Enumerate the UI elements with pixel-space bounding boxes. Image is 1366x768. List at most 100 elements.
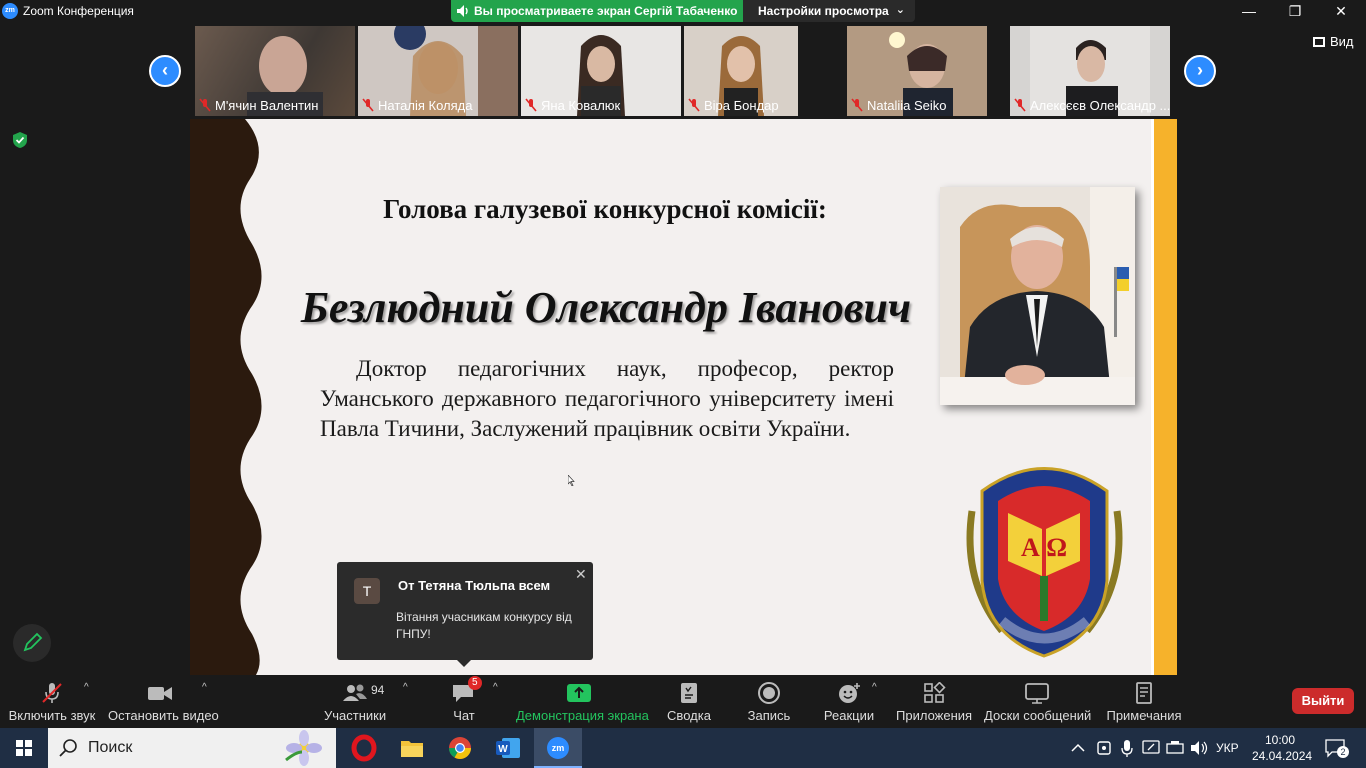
summary-icon	[681, 683, 697, 703]
start-button[interactable]	[0, 728, 48, 768]
reactions-button[interactable]: Реакции	[822, 676, 876, 728]
previous-page-button[interactable]: ‹	[149, 55, 181, 87]
whiteboard-icon	[1025, 683, 1049, 704]
flower-icon	[285, 730, 322, 766]
record-button[interactable]: Запись	[744, 676, 794, 728]
annotate-button[interactable]	[13, 624, 51, 662]
chevron-up-icon: ^	[403, 682, 408, 693]
file-explorer-app[interactable]	[388, 728, 436, 768]
opera-app[interactable]	[340, 728, 388, 768]
mic-muted-icon	[42, 683, 62, 703]
network-icon	[1166, 741, 1184, 754]
zoom-icon: zm	[547, 737, 569, 759]
speaker-icon	[1191, 741, 1208, 755]
leave-button[interactable]: Выйти	[1292, 688, 1354, 714]
participants-options-caret[interactable]: ^	[403, 676, 413, 728]
chevron-up-icon	[1071, 743, 1085, 752]
participant-tile[interactable]: Наталія Коляда	[358, 26, 518, 116]
mic-muted-icon	[1014, 98, 1026, 112]
participant-name: Nataliia Seiko	[867, 98, 947, 113]
chrome-app[interactable]	[436, 728, 484, 768]
participant-tile[interactable]: Віра Бондар	[684, 26, 798, 116]
share-screen-button[interactable]: Демонстрация экрана	[516, 676, 649, 728]
view-settings-dropdown[interactable]: Настройки просмотра ⌄	[743, 0, 915, 22]
participants-button[interactable]: 94 Участники	[324, 676, 386, 728]
show-hidden-icons-button[interactable]	[1068, 728, 1088, 768]
speaker-icon	[457, 5, 468, 17]
mic-muted-icon	[199, 98, 211, 112]
notes-button[interactable]: Примечания	[1106, 676, 1182, 728]
share-screen-label: Демонстрация экрана	[516, 708, 649, 723]
share-banner-text: Вы просматриваете экран Сергій Табаченко	[474, 4, 738, 18]
grid-icon	[1313, 37, 1325, 47]
participants-label: Участники	[324, 708, 387, 723]
screen-share-banner: Вы просматриваете экран Сергій Табаченко	[451, 0, 743, 22]
unmute-button[interactable]: Включить звук	[8, 676, 96, 728]
minimize-button[interactable]: —	[1226, 0, 1272, 22]
participant-tile[interactable]: Nataliia Seiko	[847, 26, 987, 116]
audio-options-caret[interactable]: ^	[84, 676, 94, 728]
webcam-tray[interactable]	[1094, 728, 1114, 768]
zoom-app[interactable]: zm	[534, 728, 582, 768]
chat-notification[interactable]: Т От Тетяна Тюльпа всем Вітання учасника…	[337, 562, 593, 667]
view-button-label: Вид	[1330, 34, 1354, 49]
video-options-caret[interactable]: ^	[202, 676, 212, 728]
video-camera-icon	[148, 687, 172, 700]
university-emblem: А Ω	[966, 467, 1123, 658]
participant-tile[interactable]: М'ячин Валентин	[195, 26, 355, 116]
participant-tile[interactable]: Алексєєв Олександр ...	[1010, 26, 1170, 116]
chevron-down-icon: ⌄	[895, 4, 905, 16]
clock-date: 24.04.2024	[1252, 749, 1313, 763]
participant-name: Віра Бондар	[704, 98, 779, 113]
maximize-button[interactable]: ❐	[1272, 0, 1318, 22]
chevron-up-icon: ^	[493, 682, 498, 693]
notification-center-button[interactable]: 2	[1324, 738, 1349, 758]
avatar: Т	[354, 578, 380, 604]
volume-tray[interactable]	[1188, 728, 1210, 768]
webcam-icon	[1097, 741, 1111, 755]
word-app[interactable]: W	[484, 728, 532, 768]
screen-share-tray[interactable]	[1140, 728, 1162, 768]
whiteboards-label: Доски сообщений	[984, 708, 1092, 723]
chat-button[interactable]: 5 Чат	[442, 676, 486, 728]
stop-video-button[interactable]: Остановить видео	[108, 676, 219, 728]
close-icon[interactable]: ✕	[575, 566, 587, 583]
close-button[interactable]: ✕	[1318, 0, 1364, 22]
summary-button[interactable]: Сводка	[664, 676, 714, 728]
monitor-icon	[1142, 740, 1160, 754]
rector-photo	[940, 187, 1135, 405]
share-screen-icon	[567, 684, 591, 702]
participant-tile[interactable]: Яна Ковалюк	[521, 26, 681, 116]
taskbar-search-box[interactable]: Поиск	[48, 728, 336, 768]
language-indicator[interactable]: УКР	[1216, 728, 1244, 768]
pencil-icon	[23, 632, 43, 652]
reactions-options-caret[interactable]: ^	[872, 676, 882, 728]
word-icon: W	[496, 738, 520, 758]
security-shield-icon[interactable]	[12, 131, 28, 149]
zoom-logo-icon: zm	[2, 3, 18, 19]
next-page-button[interactable]: ›	[1184, 55, 1216, 87]
notification-count: 2	[1337, 746, 1349, 758]
chrome-icon	[449, 737, 471, 759]
network-tray[interactable]	[1164, 728, 1186, 768]
slide-description: Доктор педагогічних наук, професор, рект…	[320, 356, 894, 441]
chat-options-caret[interactable]: ^	[493, 676, 503, 728]
microphone-tray[interactable]	[1117, 728, 1137, 768]
windows-logo-icon	[16, 740, 32, 756]
participant-name: Алексєєв Олександр ...	[1030, 98, 1170, 113]
view-button[interactable]: Вид	[1313, 34, 1354, 49]
view-settings-label: Настройки просмотра	[758, 4, 889, 18]
mic-muted-icon	[525, 98, 537, 112]
participant-name: М'ячин Валентин	[215, 98, 319, 113]
whiteboards-button[interactable]: Доски сообщений	[984, 676, 1092, 728]
folder-icon	[401, 741, 423, 757]
chat-sender: От Тетяна Тюльпа всем	[398, 578, 551, 593]
record-label: Запись	[747, 708, 791, 723]
apps-button[interactable]: Приложения	[896, 676, 972, 728]
participants-count: 94	[371, 683, 385, 697]
reactions-label: Реакции	[823, 708, 875, 723]
mouse-cursor-icon	[568, 475, 575, 486]
taskbar-clock[interactable]: 10:00 24.04.2024	[1252, 732, 1313, 764]
notes-label: Примечания	[1106, 708, 1182, 723]
participants-icon	[343, 684, 367, 701]
